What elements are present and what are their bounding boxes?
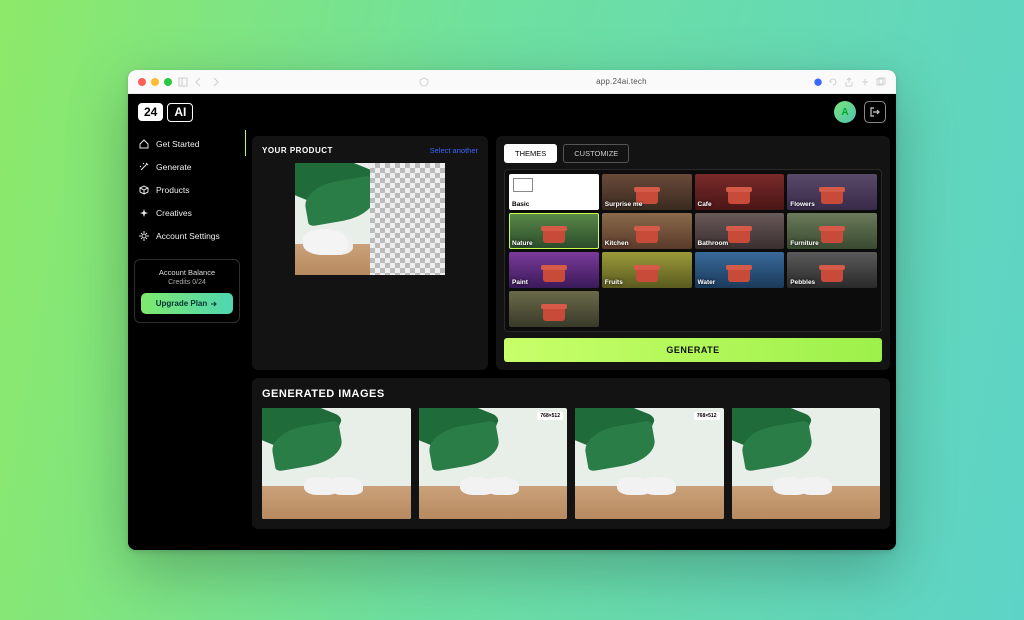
theme-nature[interactable]: Nature [509, 213, 599, 249]
product-preview[interactable] [295, 163, 445, 275]
sidebar-item-label: Generate [156, 162, 191, 172]
upgrade-plan-label: Upgrade Plan [156, 299, 208, 308]
sidebar-item-label: Creatives [156, 208, 192, 218]
magic-wand-icon [138, 161, 150, 173]
themes-grid: Basic Surprise me Cafe Flowers Nature Ki… [509, 174, 877, 288]
sidebar-item-label: Products [156, 185, 190, 195]
tab-customize[interactable]: CUSTOMIZE [563, 144, 629, 163]
account-credits: Credits 0/24 [141, 279, 233, 286]
sidebar-item-creatives[interactable]: Creatives [134, 203, 240, 223]
logout-icon [869, 106, 881, 118]
generated-image[interactable]: 768×512 [575, 408, 724, 519]
themes-grid-wrap: Basic Surprise me Cafe Flowers Nature Ki… [504, 169, 882, 332]
forward-icon[interactable] [210, 77, 220, 87]
theme-fruits[interactable]: Fruits [602, 252, 692, 288]
app-logo[interactable]: 24 AI [138, 103, 193, 122]
sidebar-toggle-icon[interactable] [178, 77, 188, 87]
close-window-icon[interactable] [138, 78, 146, 86]
account-balance-title: Account Balance [141, 268, 233, 277]
theme-label: Bathroom [698, 240, 729, 247]
theme-label: Kitchen [605, 240, 629, 247]
tab-themes[interactable]: THEMES [504, 144, 557, 163]
generated-image[interactable] [732, 408, 881, 519]
theme-pebbles[interactable]: Pebbles [787, 252, 877, 288]
resolution-badge: 768×512 [694, 412, 720, 420]
sidebar: Get Started Generate Products Creatives … [128, 130, 246, 550]
arrow-right-icon [210, 300, 218, 308]
theme-cafe[interactable]: Cafe [695, 174, 785, 210]
theme-label: Fruits [605, 279, 623, 286]
box-icon [138, 184, 150, 196]
theme-label: Water [698, 279, 716, 286]
share-icon[interactable] [844, 77, 854, 87]
theme-kitchen[interactable]: Kitchen [602, 213, 692, 249]
shield-icon[interactable] [419, 77, 429, 87]
logout-button[interactable] [864, 101, 886, 123]
generated-image[interactable]: 768×512 [419, 408, 568, 519]
avatar[interactable]: A [834, 101, 856, 123]
traffic-lights[interactable] [138, 78, 172, 86]
theme-water[interactable]: Water [695, 252, 785, 288]
generated-images-title: GENERATED IMAGES [262, 388, 880, 400]
logo-part-2: AI [167, 103, 193, 122]
select-another-link[interactable]: Select another [430, 146, 478, 155]
themes-tabs: THEMES CUSTOMIZE [504, 144, 882, 163]
new-tab-icon[interactable] [860, 77, 870, 87]
resolution-badge: 768×512 [537, 412, 563, 420]
theme-basic[interactable]: Basic [509, 174, 599, 210]
theme-paint[interactable]: Paint [509, 252, 599, 288]
account-balance-card: Account Balance Credits 0/24 Upgrade Pla… [134, 259, 240, 323]
theme-flowers[interactable]: Flowers [787, 174, 877, 210]
sidebar-item-generate[interactable]: Generate [134, 157, 240, 177]
theme-label: Pebbles [790, 279, 815, 286]
theme-label: Paint [512, 279, 528, 286]
theme-furniture[interactable]: Furniture [787, 213, 877, 249]
theme-label: Cafe [698, 201, 712, 208]
theme-bathroom[interactable]: Bathroom [695, 213, 785, 249]
main-area: YOUR PRODUCT Select another [246, 130, 896, 550]
home-icon [138, 138, 150, 150]
logo-part-1: 24 [138, 103, 163, 121]
gear-icon [138, 230, 150, 242]
reload-icon[interactable] [828, 77, 838, 87]
theme-surprise-me[interactable]: Surprise me [602, 174, 692, 210]
your-product-panel: YOUR PRODUCT Select another [252, 136, 488, 370]
app-topbar: 24 AI A [128, 94, 896, 130]
generated-image[interactable] [262, 408, 411, 519]
maximize-window-icon[interactable] [164, 78, 172, 86]
extension-badge[interactable]: ⬤ [814, 78, 822, 86]
theme-extra[interactable] [509, 291, 599, 327]
theme-label: Furniture [790, 240, 819, 247]
tabs-icon[interactable] [876, 77, 886, 87]
sidebar-item-get-started[interactable]: Get Started [134, 134, 240, 154]
theme-label: Surprise me [605, 201, 643, 208]
sidebar-item-label: Get Started [156, 139, 199, 149]
sidebar-item-account-settings[interactable]: Account Settings [134, 226, 240, 246]
browser-window: app.24ai.tech ⬤ 24 AI A Get [128, 70, 896, 550]
sparkles-icon [138, 207, 150, 219]
app-root: 24 AI A Get Started Generate [128, 94, 896, 550]
theme-label: Nature [512, 240, 533, 247]
browser-chrome: app.24ai.tech ⬤ [128, 70, 896, 94]
themes-panel: THEMES CUSTOMIZE Basic Surprise me Cafe … [496, 136, 890, 370]
back-icon[interactable] [194, 77, 204, 87]
upgrade-plan-button[interactable]: Upgrade Plan [141, 293, 233, 314]
theme-label: Basic [512, 201, 529, 208]
generated-images-panel: GENERATED IMAGES 768×512 768×512 [252, 378, 890, 529]
sidebar-item-label: Account Settings [156, 231, 220, 241]
sidebar-item-products[interactable]: Products [134, 180, 240, 200]
address-bar[interactable]: app.24ai.tech [435, 77, 808, 86]
your-product-title: YOUR PRODUCT [262, 146, 333, 155]
generated-images-row: 768×512 768×512 [262, 408, 880, 519]
transparency-checker [370, 163, 445, 275]
theme-label: Flowers [790, 201, 815, 208]
minimize-window-icon[interactable] [151, 78, 159, 86]
generate-button[interactable]: GENERATE [504, 338, 882, 362]
